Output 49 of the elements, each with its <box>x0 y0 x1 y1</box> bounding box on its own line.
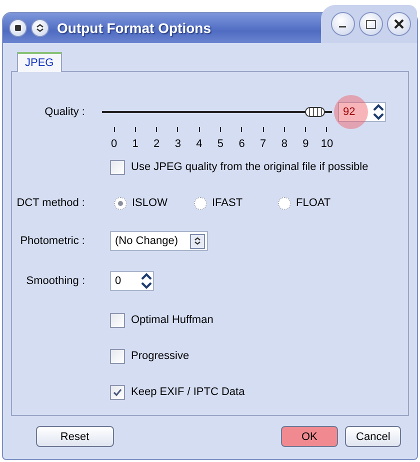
roll-up-icon[interactable] <box>31 19 49 37</box>
smoothing-label: Smoothing : <box>25 275 86 287</box>
dct-method-label: DCT method : <box>16 197 86 209</box>
checkbox-label[interactable]: Use JPEG quality from the original file if possible <box>131 161 368 173</box>
slider-thumb[interactable] <box>304 107 325 117</box>
spin-arrows-icon[interactable] <box>140 272 153 290</box>
maximize-icon[interactable] <box>359 12 383 36</box>
smoothing-value: 0 <box>114 275 122 287</box>
spin-arrows-icon[interactable] <box>372 103 385 121</box>
tick-label: 9 <box>302 138 309 150</box>
tick-label: 7 <box>260 138 266 150</box>
tick-label: 1 <box>132 138 138 150</box>
radio-button[interactable] <box>278 196 291 210</box>
checkbox-label[interactable]: Progressive <box>131 350 190 362</box>
tick-label: 10 <box>320 138 334 150</box>
checkbox-label[interactable]: Keep EXIF / IPTC Data <box>131 386 245 398</box>
quality-spin-field[interactable]: 92 <box>338 102 386 122</box>
smoothing-spin-field[interactable]: 0 <box>110 271 154 291</box>
dialog-button[interactable]: Cancel <box>345 426 401 447</box>
checkbox[interactable] <box>110 312 125 328</box>
tick-label: 0 <box>110 138 118 150</box>
radio-label[interactable]: IFAST <box>212 197 243 209</box>
checkbox[interactable] <box>110 348 125 364</box>
dialog-button[interactable]: OK <box>280 426 338 447</box>
dropdown-toggle-icon[interactable] <box>190 234 205 248</box>
dropdown-value: (No Change) <box>115 235 179 247</box>
tick-label: 5 <box>217 138 224 150</box>
tick-label: 2 <box>154 138 160 150</box>
photometric-dropdown[interactable]: (No Change) <box>110 231 208 251</box>
photometric-label: Photometric : <box>19 235 86 247</box>
radio-label[interactable]: ISLOW <box>132 197 168 209</box>
quality-value: 92 <box>342 106 356 118</box>
tick-label: 6 <box>238 138 245 150</box>
check-mark-icon <box>113 388 122 396</box>
dialog-button[interactable]: Reset <box>36 426 114 447</box>
radio-label[interactable]: FLOAT <box>296 197 331 209</box>
checkbox-label[interactable]: Optimal Huffman <box>131 314 214 326</box>
radio-button[interactable] <box>194 196 207 210</box>
close-icon[interactable] <box>387 12 411 36</box>
tab[interactable]: JPEG <box>17 52 62 72</box>
checkbox[interactable] <box>110 384 125 400</box>
window-menu-icon[interactable] <box>9 19 27 37</box>
tick-label: 8 <box>281 138 288 150</box>
quality-label: Quality : <box>44 106 86 118</box>
checkbox[interactable] <box>110 160 125 174</box>
tick-label: 4 <box>196 138 202 150</box>
window-title: Output Format Options <box>57 20 212 36</box>
tick-label: 3 <box>174 138 181 150</box>
radio-button[interactable] <box>114 196 127 210</box>
